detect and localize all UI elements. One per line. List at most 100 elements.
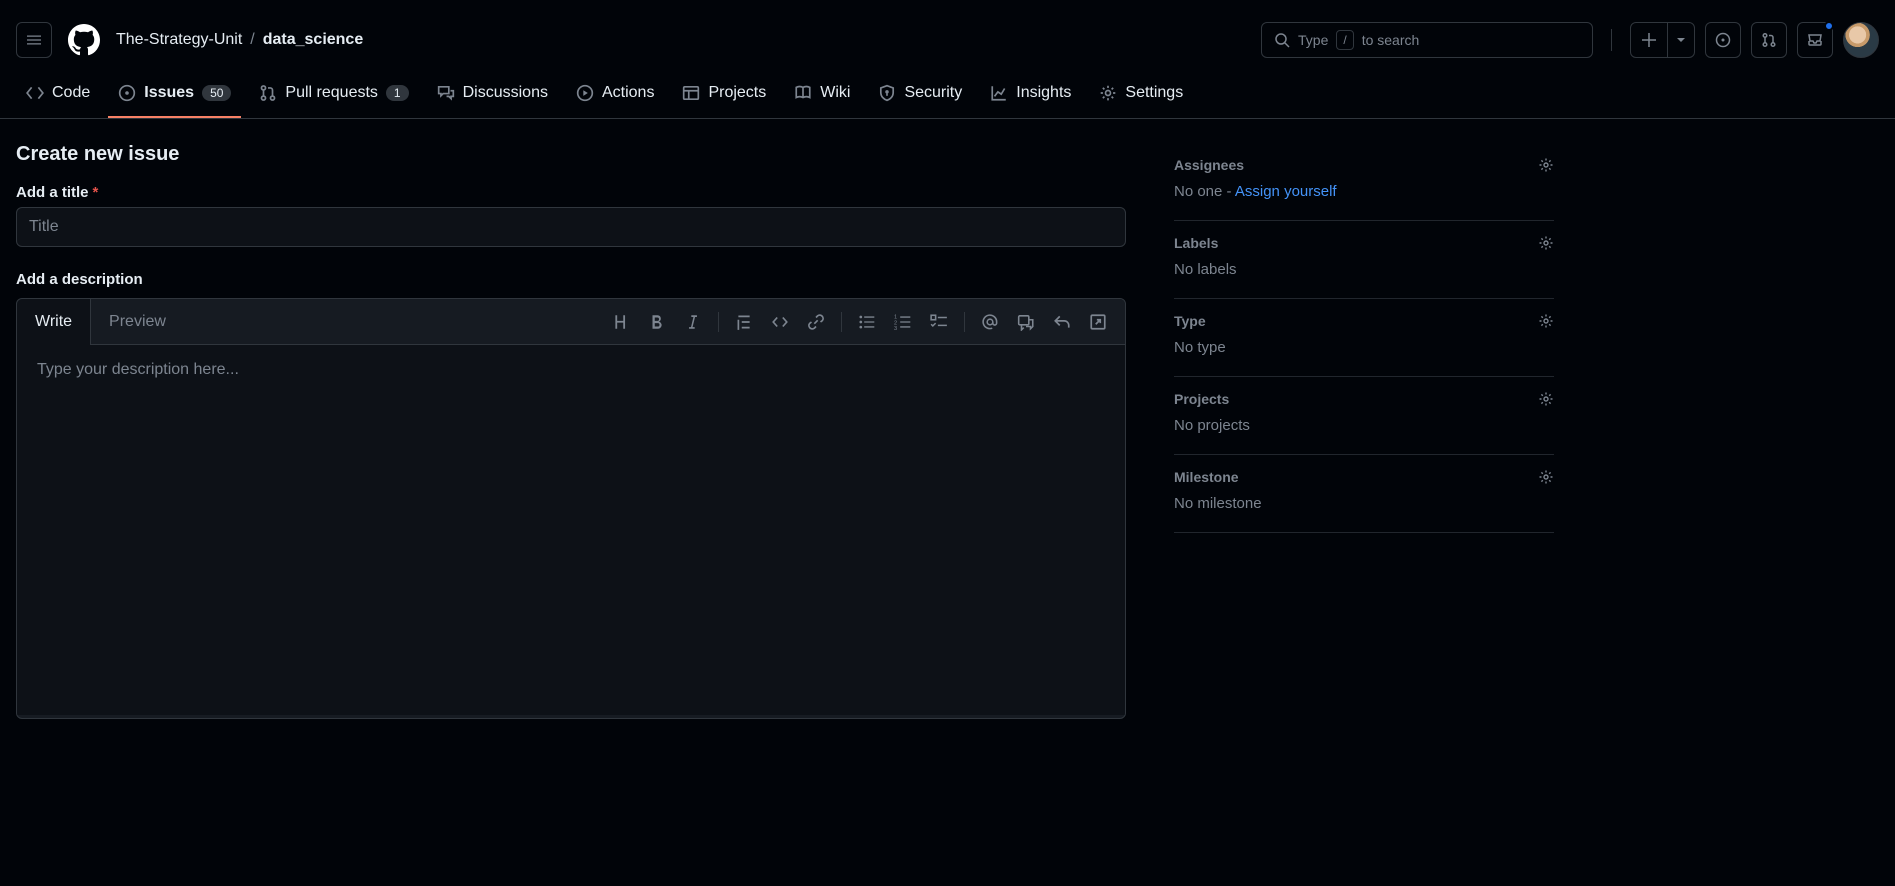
plus-icon [1641, 32, 1657, 48]
link-icon [807, 313, 825, 331]
tab-code[interactable]: Code [16, 70, 100, 118]
inbox-icon [1807, 32, 1823, 48]
tab-pull-requests[interactable]: Pull requests 1 [249, 70, 418, 118]
tasklist-icon [930, 313, 948, 331]
search-input[interactable]: Type / to search [1261, 22, 1593, 58]
search-icon [1274, 32, 1290, 48]
gear-icon [1538, 313, 1554, 329]
chevron-down-icon [1676, 35, 1686, 45]
code-icon [26, 84, 44, 102]
book-icon [794, 84, 812, 102]
tab-wiki[interactable]: Wiki [784, 70, 860, 118]
milestone-gear-button[interactable] [1538, 469, 1554, 485]
gear-icon [1538, 235, 1554, 251]
main-content: Create new issue Add a title* Add a desc… [0, 119, 1895, 743]
gear-icon [1538, 469, 1554, 485]
gear-icon [1538, 391, 1554, 407]
assignees-value: No one - Assign yourself [1174, 183, 1554, 200]
milestone-value: No milestone [1174, 495, 1554, 512]
bold-button[interactable] [640, 305, 674, 339]
preview-tab[interactable]: Preview [91, 299, 185, 344]
type-gear-button[interactable] [1538, 313, 1554, 329]
sidebar-projects: Projects No projects [1174, 377, 1554, 455]
gear-icon [1099, 84, 1117, 102]
quote-button[interactable] [727, 305, 761, 339]
graph-icon [990, 84, 1008, 102]
svg-text:3: 3 [894, 325, 897, 330]
search-hotkey-badge: / [1336, 30, 1353, 50]
required-asterisk: * [93, 184, 99, 201]
search-prefix: Type [1298, 32, 1328, 48]
github-logo[interactable] [68, 24, 100, 56]
fullscreen-button[interactable] [1081, 305, 1115, 339]
tab-settings-label: Settings [1125, 84, 1183, 102]
assignees-gear-button[interactable] [1538, 157, 1554, 173]
issue-title-input[interactable] [16, 207, 1126, 247]
tab-insights-label: Insights [1016, 84, 1071, 102]
markdown-tabs: Write Preview 123 [17, 299, 1125, 345]
labels-value: No labels [1174, 261, 1554, 278]
breadcrumb-org[interactable]: The-Strategy-Unit [116, 31, 242, 49]
cross-reference-button[interactable] [1009, 305, 1043, 339]
shield-icon [878, 84, 896, 102]
tab-insights[interactable]: Insights [980, 70, 1081, 118]
list-ordered-icon: 123 [894, 313, 912, 331]
tab-settings[interactable]: Settings [1089, 70, 1193, 118]
assign-yourself-link[interactable]: Assign yourself [1235, 183, 1337, 200]
tab-security-label: Security [904, 84, 962, 102]
projects-label: Projects [1174, 391, 1229, 407]
tab-actions[interactable]: Actions [566, 70, 664, 118]
ordered-list-button[interactable]: 123 [886, 305, 920, 339]
issue-opened-icon [118, 84, 136, 102]
task-list-button[interactable] [922, 305, 956, 339]
issue-description-textarea[interactable] [17, 345, 1125, 715]
global-header: The-Strategy-Unit / data_science Type / … [0, 0, 1895, 64]
sidebar-labels: Labels No labels [1174, 221, 1554, 299]
tab-projects-label: Projects [708, 84, 766, 102]
notifications-button[interactable] [1797, 22, 1833, 58]
issues-header-button[interactable] [1705, 22, 1741, 58]
page-title: Create new issue [16, 143, 1126, 166]
issue-sidebar: Assignees No one - Assign yourself Label… [1174, 143, 1554, 719]
notification-indicator [1824, 21, 1834, 31]
search-suffix: to search [1362, 32, 1420, 48]
heading-button[interactable] [604, 305, 638, 339]
link-button[interactable] [799, 305, 833, 339]
unordered-list-button[interactable] [850, 305, 884, 339]
tab-projects[interactable]: Projects [672, 70, 776, 118]
type-value: No type [1174, 339, 1554, 356]
reply-button[interactable] [1045, 305, 1079, 339]
git-pull-request-icon [259, 84, 277, 102]
hamburger-icon [26, 32, 42, 48]
cross-reference-icon [1017, 313, 1035, 331]
repo-nav: Code Issues 50 Pull requests 1 Discussio… [0, 64, 1895, 119]
gear-icon [1538, 157, 1554, 173]
tab-pulls-label: Pull requests [285, 84, 378, 102]
tab-discussions[interactable]: Discussions [427, 70, 558, 118]
quote-icon [735, 313, 753, 331]
tab-security[interactable]: Security [868, 70, 972, 118]
pull-requests-header-button[interactable] [1751, 22, 1787, 58]
italic-icon [684, 313, 702, 331]
write-tab[interactable]: Write [17, 299, 91, 345]
tab-issues-label: Issues [144, 84, 194, 102]
labels-gear-button[interactable] [1538, 235, 1554, 251]
comment-discussion-icon [437, 84, 455, 102]
tab-issues[interactable]: Issues 50 [108, 70, 241, 118]
breadcrumb-repo[interactable]: data_science [263, 31, 364, 49]
reply-icon [1053, 313, 1071, 331]
tab-wiki-label: Wiki [820, 84, 850, 102]
fullscreen-icon [1089, 313, 1107, 331]
list-unordered-icon [858, 313, 876, 331]
github-mark-icon [68, 24, 100, 56]
hamburger-menu-button[interactable] [16, 22, 52, 58]
projects-gear-button[interactable] [1538, 391, 1554, 407]
tab-discussions-label: Discussions [463, 84, 548, 102]
sidebar-type: Type No type [1174, 299, 1554, 377]
user-avatar[interactable] [1843, 22, 1879, 58]
create-new-dropdown[interactable] [1630, 22, 1695, 58]
mention-button[interactable] [973, 305, 1007, 339]
assignees-label: Assignees [1174, 157, 1244, 173]
italic-button[interactable] [676, 305, 710, 339]
code-button[interactable] [763, 305, 797, 339]
